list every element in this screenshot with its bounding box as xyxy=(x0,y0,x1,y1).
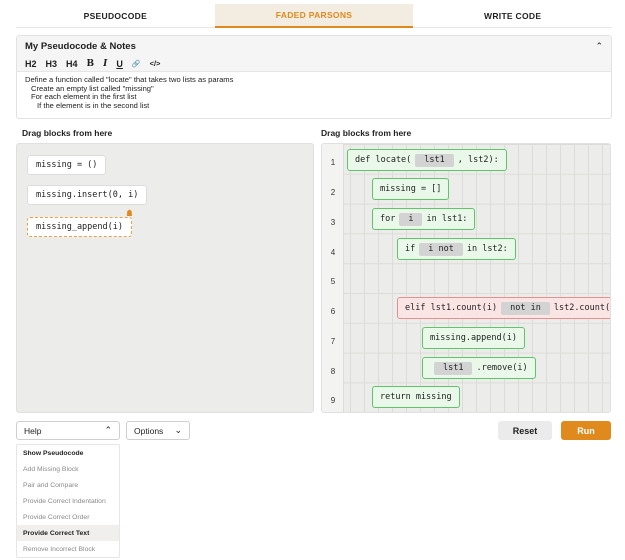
menu-item-add-missing-block[interactable]: Add Missing Block xyxy=(17,461,119,477)
options-dropdown[interactable]: Options ⌄ xyxy=(126,421,190,440)
solution-block-line-8[interactable]: lst1 .remove(i) xyxy=(422,357,536,379)
line-number: 6 xyxy=(330,307,336,316)
line-number: 3 xyxy=(330,218,336,227)
source-area[interactable]: missing = () missing.insert(0, i) missin… xyxy=(16,143,314,413)
notes-title: My Pseudocode & Notes xyxy=(25,40,136,52)
h3-button[interactable]: H3 xyxy=(46,59,58,69)
line-number: 7 xyxy=(330,337,336,346)
line-number: 2 xyxy=(330,188,336,197)
chevron-down-icon: ⌄ xyxy=(174,425,182,435)
line-number: 8 xyxy=(330,367,336,376)
solution-block-line-2[interactable]: missing = [] xyxy=(372,178,450,200)
menu-item-remove-incorrect-block[interactable]: Remove Incorrect Block xyxy=(17,541,119,557)
tab-pseudocode[interactable]: PSEUDOCODE xyxy=(16,4,215,28)
help-dropdown[interactable]: Help ⌃ xyxy=(16,421,120,440)
hint-badge-icon: ☗ xyxy=(126,209,133,219)
line-number: 4 xyxy=(330,248,336,257)
solution-block-line-9[interactable]: return missing xyxy=(372,386,460,408)
reset-button[interactable]: Reset xyxy=(498,421,552,440)
notes-panel: My Pseudocode & Notes ⌃ H2 H3 H4 B I U 🔗… xyxy=(16,35,612,119)
link-icon[interactable]: 🔗 xyxy=(132,60,141,68)
underline-button[interactable]: U xyxy=(116,59,123,69)
notes-editor[interactable]: Define a function called "locate" that t… xyxy=(17,72,611,118)
h2-button[interactable]: H2 xyxy=(25,59,37,69)
menu-item-show-pseudocode[interactable]: Show Pseudocode xyxy=(17,445,119,461)
editor-toolbar: H2 H3 H4 B I U 🔗 </> xyxy=(17,56,611,72)
source-block-hinted[interactable]: missing_append(i) ☗ xyxy=(27,209,132,237)
notes-header[interactable]: My Pseudocode & Notes ⌃ xyxy=(17,36,611,56)
mode-tabs: PSEUDOCODE FADED PARSONS WRITE CODE xyxy=(16,4,613,28)
blank-field[interactable]: i xyxy=(399,212,423,226)
solution-block-line-6-incorrect[interactable]: elif lst1.count(i) not in lst2.count(i) xyxy=(397,297,610,319)
menu-item-correct-order[interactable]: Provide Correct Order xyxy=(17,509,119,525)
italic-button[interactable]: I xyxy=(103,59,107,69)
solution-label: Drag blocks from here xyxy=(321,128,412,138)
h4-button[interactable]: H4 xyxy=(66,59,78,69)
blank-field[interactable]: lst1 xyxy=(415,153,454,167)
solution-block-line-1[interactable]: def locate( lst1 , lst2): xyxy=(347,149,507,171)
tab-faded-parsons[interactable]: FADED PARSONS xyxy=(214,4,414,28)
line-number: 5 xyxy=(330,277,336,286)
menu-item-correct-indentation[interactable]: Provide Correct Indentation xyxy=(17,493,119,509)
run-button[interactable]: Run xyxy=(561,421,611,440)
blank-field[interactable]: i not xyxy=(419,242,463,256)
solution-block-line-7[interactable]: missing.append(i) xyxy=(422,327,525,349)
menu-item-pair-and-compare[interactable]: Pair and Compare xyxy=(17,477,119,493)
help-menu: Show Pseudocode Add Missing Block Pair a… xyxy=(16,444,120,558)
code-icon[interactable]: </> xyxy=(150,59,161,68)
line-number: 1 xyxy=(330,158,336,167)
solution-block-line-3[interactable]: for i in lst1: xyxy=(372,208,476,230)
blank-field[interactable]: not in xyxy=(501,301,550,315)
blank-field[interactable]: lst1 xyxy=(434,361,473,375)
chevron-up-icon[interactable]: ⌃ xyxy=(595,41,603,52)
solution-block-line-4[interactable]: if i not in lst2: xyxy=(397,238,516,260)
source-label: Drag blocks from here xyxy=(22,128,113,138)
source-block[interactable]: missing.insert(0, i) xyxy=(27,185,148,205)
tab-write-code[interactable]: WRITE CODE xyxy=(413,4,613,28)
notes-line: If the element is in the second list xyxy=(37,100,150,110)
source-block[interactable]: missing = () xyxy=(27,155,107,175)
bold-button[interactable]: B xyxy=(87,59,95,69)
menu-item-correct-text[interactable]: Provide Correct Text xyxy=(17,525,119,541)
line-number: 9 xyxy=(330,396,336,405)
chevron-up-icon: ⌃ xyxy=(104,425,112,435)
solution-area[interactable]: 1 2 3 4 5 6 7 8 9 def locate( lst1 , lst… xyxy=(321,143,611,413)
